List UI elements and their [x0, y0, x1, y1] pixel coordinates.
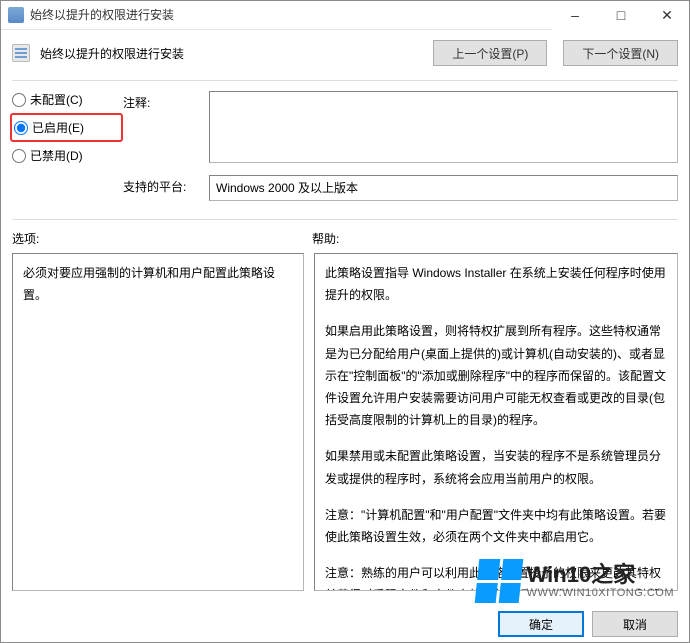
- header: 始终以提升的权限进行安装 上一个设置(P) 下一个设置(N): [0, 30, 690, 76]
- policy-state-group: 未配置(C) 已启用(E) 已禁用(D): [12, 91, 117, 201]
- platform-value: Windows 2000 及以上版本: [209, 175, 678, 201]
- window-title: 始终以提升的权限进行安装: [30, 6, 552, 23]
- comment-label: 注释:: [123, 91, 203, 163]
- radio-enabled-input[interactable]: [14, 121, 28, 135]
- platform-label: 支持的平台:: [123, 175, 203, 201]
- app-icon: [8, 7, 24, 23]
- radio-not-configured[interactable]: 未配置(C): [12, 91, 117, 108]
- options-label: 选项:: [12, 230, 312, 247]
- cancel-button[interactable]: 取消: [592, 611, 678, 637]
- policy-title: 始终以提升的权限进行安装: [40, 45, 423, 62]
- radio-disabled[interactable]: 已禁用(D): [12, 147, 117, 164]
- radio-label: 已启用(E): [32, 119, 84, 136]
- options-panel: 必须对要应用强制的计算机和用户配置此策略设置。: [12, 253, 304, 591]
- radio-disabled-input[interactable]: [12, 149, 26, 163]
- minimize-button[interactable]: –: [552, 0, 598, 30]
- help-paragraph: 如果禁用或未配置此策略设置，当安装的程序不是系统管理员分发或提供的程序时，系统将…: [325, 445, 667, 489]
- titlebar: 始终以提升的权限进行安装 – □ ✕: [0, 0, 690, 30]
- radio-label: 已禁用(D): [30, 147, 83, 164]
- help-panel[interactable]: 此策略设置指导 Windows Installer 在系统上安装任何程序时使用提…: [314, 253, 678, 591]
- comment-input[interactable]: [209, 91, 678, 163]
- help-paragraph: 注意：熟练的用户可以利用此策略设置授予的权限来更改其特权并获得对受限文件和文件夹…: [325, 562, 667, 591]
- radio-not-configured-input[interactable]: [12, 93, 26, 107]
- radio-label: 未配置(C): [30, 91, 83, 108]
- maximize-button[interactable]: □: [598, 0, 644, 30]
- divider: [12, 219, 678, 220]
- options-text: 必须对要应用强制的计算机和用户配置此策略设置。: [23, 266, 275, 302]
- help-paragraph: 如果启用此策略设置，则将特权扩展到所有程序。这些特权通常是为已分配给用户(桌面上…: [325, 320, 667, 431]
- prev-setting-button[interactable]: 上一个设置(P): [433, 40, 547, 66]
- help-paragraph: 此策略设置指导 Windows Installer 在系统上安装任何程序时使用提…: [325, 262, 667, 306]
- ok-button[interactable]: 确定: [498, 611, 584, 637]
- next-setting-button[interactable]: 下一个设置(N): [563, 40, 678, 66]
- close-button[interactable]: ✕: [644, 0, 690, 30]
- divider: [12, 80, 678, 81]
- policy-icon: [12, 44, 30, 62]
- help-paragraph: 注意："计算机配置"和"用户配置"文件夹中均有此策略设置。若要使此策略设置生效，…: [325, 504, 667, 548]
- radio-enabled[interactable]: 已启用(E): [10, 113, 123, 142]
- help-label: 帮助:: [312, 230, 339, 247]
